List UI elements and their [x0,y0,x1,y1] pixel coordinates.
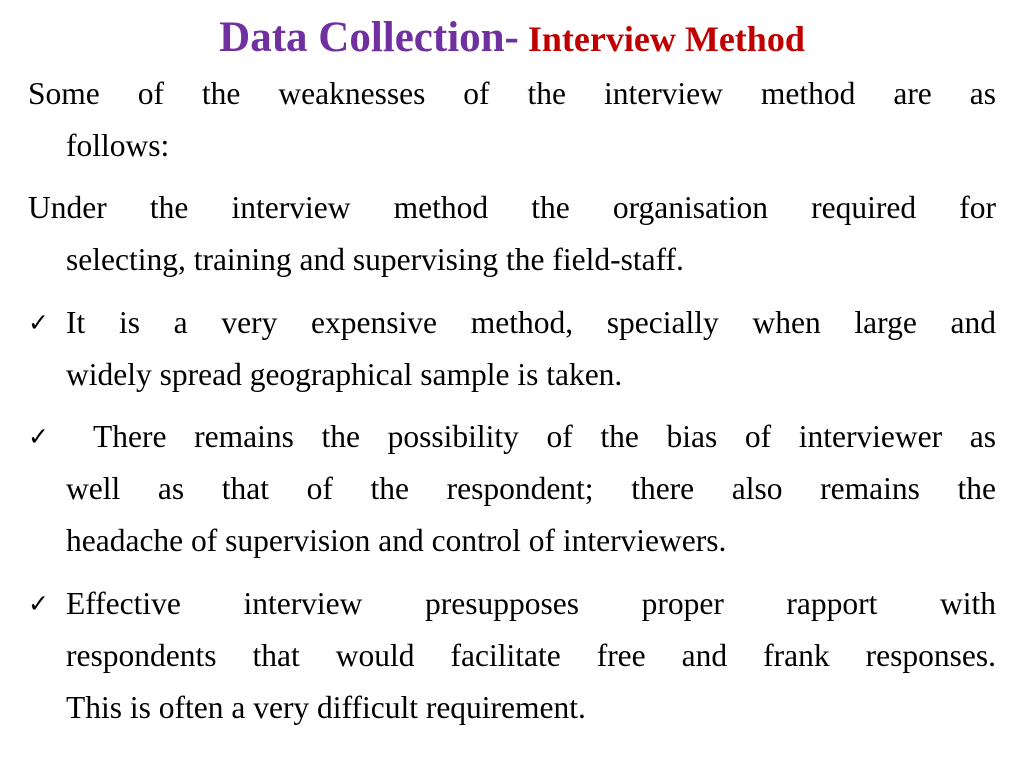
bullet-1-line-2: widely spread geographical sample is tak… [66,357,623,392]
slide-title: Data Collection- Interview Method [0,10,1024,75]
bullet-item-bias: ✓ There remains the possibility of the b… [28,411,996,567]
bullet-3-line-1: Effective interview presupposes proper r… [66,586,996,621]
intro-line-2: follows: [66,128,170,163]
check-icon: ✓ [28,422,49,451]
bullet-3-line-3: This is often a very difficult requireme… [66,690,586,725]
paragraph-line-1: Under the interview method the organisat… [28,190,996,225]
title-main: Data Collection- [219,14,519,61]
paragraph-line-2: selecting, training and supervising the … [66,242,684,277]
intro-paragraph: Some of the weaknesses of the interview … [28,68,996,172]
title-sub: Interview Method [518,19,805,59]
field-staff-paragraph: Under the interview method the organisat… [28,182,996,286]
bullet-item-rapport: ✓ Effective interview presupposes proper… [28,578,996,734]
check-icon: ✓ [28,589,49,618]
check-icon: ✓ [28,308,49,337]
bullet-item-expensive: ✓ It is a very expensive method, special… [28,297,996,401]
intro-line-1: Some of the weaknesses of the interview … [28,76,996,111]
bullet-2-line-2: well as that of the respondent; there al… [66,471,996,506]
bullet-2-line-1: There remains the possibility of the bia… [66,419,996,454]
bullet-2-line-3: headache of supervision and control of i… [66,523,727,558]
bullet-1-line-1: It is a very expensive method, specially… [66,305,996,340]
bullet-3-line-2: respondents that would facilitate free a… [66,638,996,673]
